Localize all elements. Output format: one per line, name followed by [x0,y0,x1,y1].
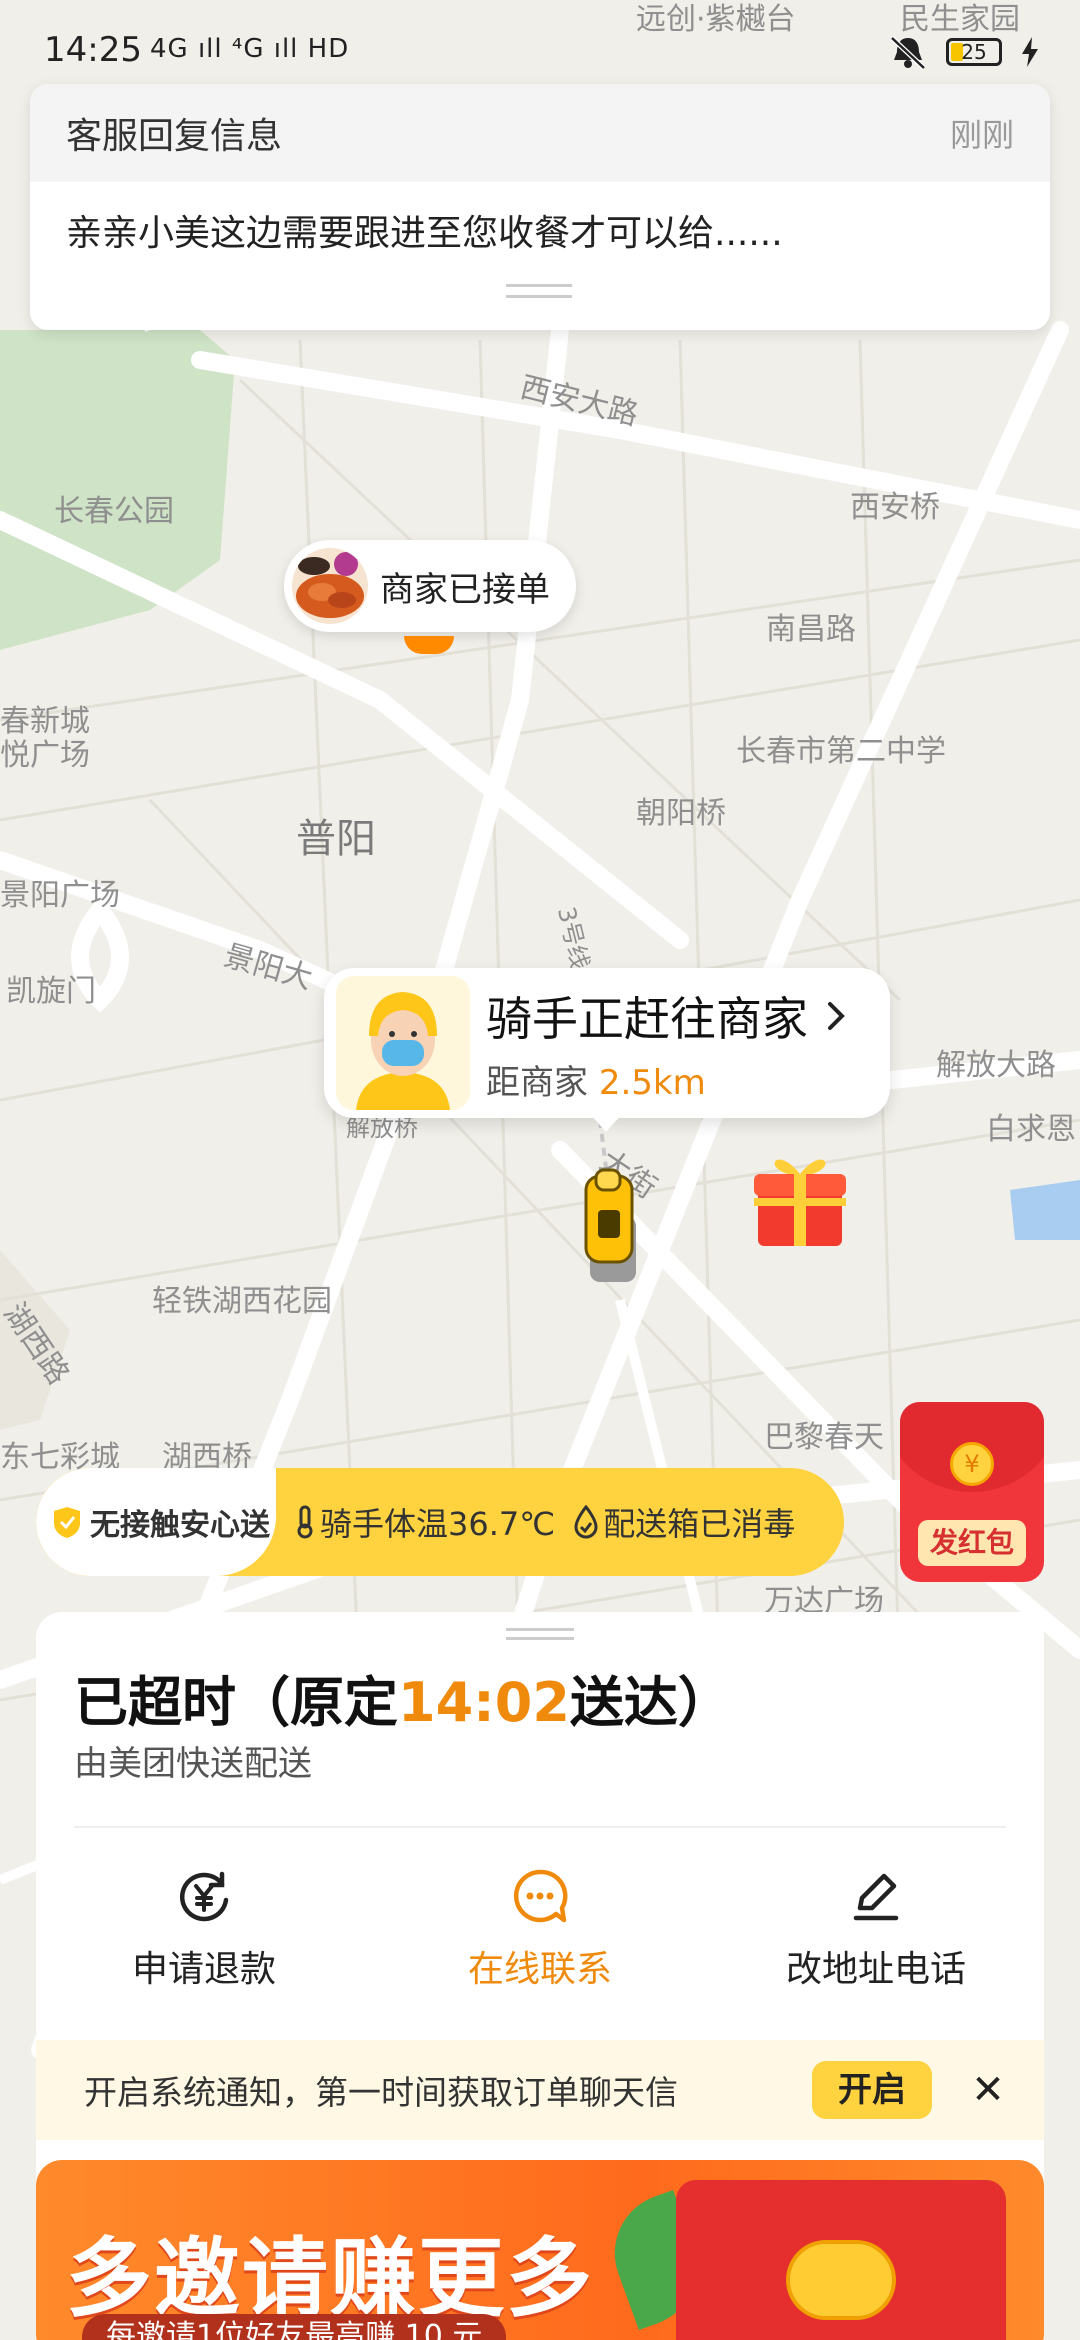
battery-indicator: 25 [946,38,1002,66]
send-red-packet-button[interactable]: ¥ 发红包 [900,1402,1044,1582]
charging-icon [1022,37,1038,67]
rider-info: 骑手正赶往商家 距商家 2.5km [486,983,846,1104]
merchant-food-image [292,548,368,624]
rider-title-row: 骑手正赶往商家 [486,983,846,1049]
order-status-suffix: 送达） [569,1671,732,1734]
map-label: 朝阳桥 [636,796,726,831]
change-address-phone-button[interactable]: 改地址电话 [708,1866,1044,1992]
delivery-provider: 由美团快送配送 [74,1744,312,1784]
online-contact-button[interactable]: 在线联系 [372,1866,708,1992]
disinfect-icon [574,1505,598,1539]
change-address-phone-label: 改地址电话 [785,1949,966,1990]
enable-notification-button[interactable]: 开启 [812,2061,932,2119]
map-label: 西安桥 [850,490,940,525]
rider-avatar [336,976,470,1110]
sheet-drag-handle[interactable] [506,1628,574,1640]
gold-coin-icon [786,2240,896,2320]
map-label: 解放大路 [936,1048,1056,1083]
merchant-status-text: 商家已接单 [380,569,550,610]
rider-status-title: 骑手正赶往商家 [486,991,808,1046]
map-label: 长春公园 [54,494,174,529]
rider-temperature: 骑手体温36.7℃ [294,1499,555,1545]
refund-label: 申请退款 [131,1949,276,1990]
map-label: 南昌路 [766,612,856,647]
gift-icon[interactable] [748,1146,852,1250]
notification-prompt-text: 开启系统通知，第一时间获取订单聊天信 [84,2073,678,2112]
safety-items: 骑手体温36.7℃ 配送箱已消毒 [276,1499,795,1545]
edit-icon [853,1873,899,1921]
order-status-title: 已超时（原定14:02送达） [74,1658,732,1737]
map-label: 白求恩 [986,1112,1076,1147]
box-disinfected: 配送箱已消毒 [573,1499,795,1545]
rider-distance-row: 距商家 2.5km [486,1055,846,1104]
rider-distance-value: 2.5km [598,1062,706,1103]
refund-button[interactable]: 申请退款 [36,1866,372,1992]
rider-distance-label: 距商家 [486,1062,588,1103]
red-packet-coin-icon: ¥ [950,1442,994,1486]
notification-time: 刚刚 [949,116,1014,154]
order-status-prefix: 已超时（原定 [74,1671,398,1734]
map-label: 普阳 [296,816,376,862]
map-label: 长春市第二中学 [736,734,946,769]
notification-message: 亲亲小美这边需要跟进至您收餐才可以给...... [66,213,783,254]
online-contact-label: 在线联系 [467,1949,612,1990]
notification-header: 客服回复信息 刚刚 [30,84,1050,182]
chat-icon [513,1869,568,1923]
enable-notification-bar: 开启系统通知，第一时间获取订单聊天信 开启 ✕ [36,2040,1044,2140]
box-disinfected-text: 配送箱已消毒 [603,1505,796,1543]
status-time: 14:25 [44,30,142,70]
notification-title: 客服回复信息 [66,116,283,157]
promo-subtitle: 每邀请1位好友最高赚 10 元 [82,2314,507,2340]
red-packet-label: 发红包 [918,1520,1026,1566]
service-reply-notification[interactable]: 客服回复信息 刚刚 亲亲小美这边需要跟进至您收餐才可以给...... [30,84,1050,330]
mute-bell-icon [890,36,926,70]
order-actions: 申请退款 在线联系 改地址电话 [36,1866,1044,1992]
status-bar: 14:25 4G ıll ⁴G ıll HD 25 [0,0,1080,90]
battery-level: 25 [961,40,987,64]
shield-icon [54,1507,80,1538]
map-label: 轻铁湖西花园 [152,1284,332,1319]
rider-temperature-text: 骑手体温36.7℃ [320,1505,556,1543]
red-envelope-graphic [676,2180,1006,2340]
status-right: 25 [888,34,1040,70]
notification-drag-handle[interactable] [506,284,572,298]
map-label: 巴黎春天 [764,1420,884,1455]
network-indicator: 4G ıll ⁴G ıll HD [150,34,350,64]
close-icon[interactable]: ✕ [968,2067,1008,2113]
rider-status-card[interactable]: 骑手正赶往商家 距商家 2.5km [324,968,890,1118]
contactless-badge: 无接触安心送 [36,1468,276,1576]
merchant-status-bubble[interactable]: 商家已接单 [284,540,576,632]
map-label: 景阳广场 [0,878,120,913]
refund-icon [180,1871,229,1922]
order-expected-time: 14:02 [398,1671,570,1734]
contactless-badge-text: 无接触安心送 [90,1508,270,1543]
contactless-delivery-strip[interactable]: 无接触安心送 骑手体温36.7℃ 配送箱已消毒 [36,1468,844,1576]
divider [74,1826,1006,1828]
rider-scooter-icon [584,1168,636,1282]
thermometer-icon [297,1505,313,1539]
invite-promo-banner[interactable]: 多邀请赚更多 每邀请1位好友最高赚 10 元 [36,2160,1044,2340]
map-label: 凯旋门 [6,974,96,1009]
chevron-right-icon [828,1001,845,1030]
map-label: 悦广场 [0,738,90,773]
rider-card-pointer [590,1114,622,1132]
